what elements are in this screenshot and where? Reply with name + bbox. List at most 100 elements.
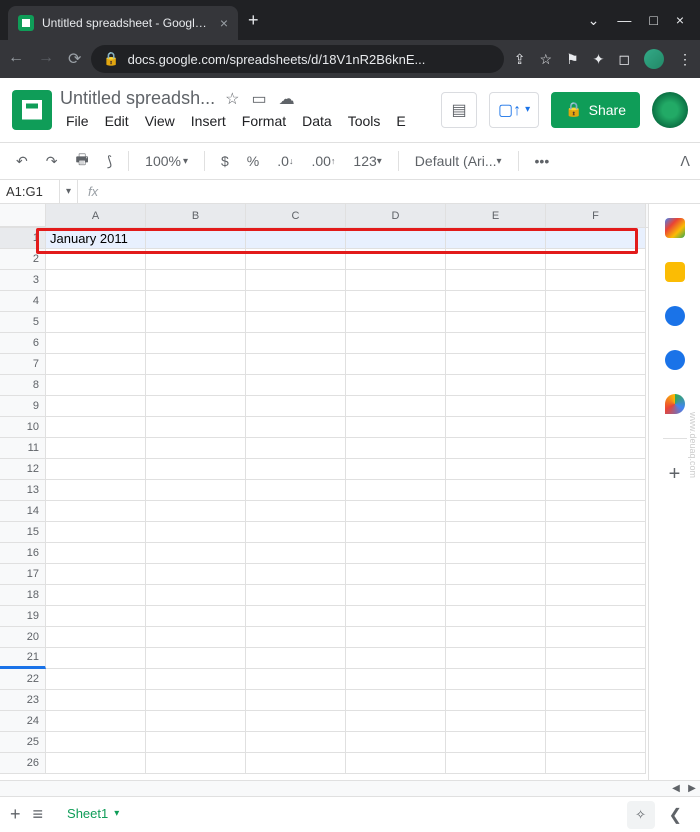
tab-overview-icon[interactable]: ◻ [618,51,630,68]
cell[interactable] [446,333,546,354]
cell[interactable] [346,249,446,270]
cell[interactable] [246,228,346,249]
maps-icon[interactable] [665,394,685,414]
cell[interactable] [246,564,346,585]
cell[interactable] [546,480,646,501]
row-header[interactable]: 10 [0,417,46,438]
side-panel-toggle-icon[interactable]: ❮ [669,805,690,825]
row-header[interactable]: 13 [0,480,46,501]
comments-button[interactable]: ▤ [441,92,477,128]
sheets-logo[interactable] [12,90,52,130]
cell[interactable] [446,249,546,270]
cell[interactable] [46,333,146,354]
cell[interactable] [246,753,346,774]
cell[interactable] [446,606,546,627]
cell[interactable] [146,312,246,333]
cell[interactable] [46,480,146,501]
cell[interactable] [246,669,346,690]
row-header[interactable]: 23 [0,690,46,711]
cell[interactable] [46,669,146,690]
cell[interactable] [546,354,646,375]
cell[interactable] [146,543,246,564]
spreadsheet-grid[interactable]: A B C D E F 1January 2011234567891011121… [0,204,648,780]
cell[interactable] [546,228,646,249]
cell[interactable] [346,480,446,501]
cell[interactable] [446,711,546,732]
menu-file[interactable]: File [60,111,95,131]
cell[interactable] [346,417,446,438]
row-header[interactable]: 7 [0,354,46,375]
cell[interactable] [146,522,246,543]
cell[interactable] [346,333,446,354]
more-tools-button[interactable]: ••• [529,149,556,173]
col-header-b[interactable]: B [146,204,246,227]
maximize-icon[interactable]: □ [649,12,657,29]
name-box[interactable]: A1:G1 [0,180,60,203]
cell[interactable] [446,732,546,753]
cell[interactable] [446,417,546,438]
cell[interactable] [546,270,646,291]
cell[interactable] [446,690,546,711]
cell[interactable]: January 2011 [46,228,146,249]
all-sheets-button[interactable]: ≡ [33,804,44,825]
col-header-a[interactable]: A [46,204,146,227]
cell[interactable] [346,564,446,585]
cell[interactable] [446,270,546,291]
cell[interactable] [146,438,246,459]
cell[interactable] [546,396,646,417]
cell[interactable] [346,375,446,396]
cell[interactable] [146,375,246,396]
cell[interactable] [246,711,346,732]
cell[interactable] [346,669,446,690]
cell[interactable] [46,711,146,732]
cell[interactable] [346,606,446,627]
sheet-tab-1[interactable]: Sheet1 ▾ [55,798,131,831]
cell[interactable] [146,753,246,774]
cell[interactable] [146,711,246,732]
cell[interactable] [446,669,546,690]
cell[interactable] [246,690,346,711]
cell[interactable] [346,543,446,564]
cell[interactable] [346,690,446,711]
cell[interactable] [146,249,246,270]
row-header[interactable]: 12 [0,459,46,480]
cell[interactable] [246,732,346,753]
close-tab-icon[interactable]: × [220,15,228,31]
menu-view[interactable]: View [139,111,181,131]
cell[interactable] [346,732,446,753]
cell[interactable] [46,753,146,774]
cell[interactable] [246,606,346,627]
row-header[interactable]: 14 [0,501,46,522]
cell[interactable] [546,249,646,270]
row-header[interactable]: 21 [0,648,46,669]
cell[interactable] [346,627,446,648]
row-header[interactable]: 8 [0,375,46,396]
menu-tools[interactable]: Tools [342,111,387,131]
cell[interactable] [146,627,246,648]
doc-title[interactable]: Untitled spreadsh... [60,88,215,109]
cell[interactable] [46,690,146,711]
share-button[interactable]: 🔒 Share [551,92,640,128]
cell[interactable] [146,480,246,501]
cell[interactable] [546,375,646,396]
row-header[interactable]: 20 [0,627,46,648]
cell[interactable] [146,669,246,690]
cell[interactable] [446,543,546,564]
cell[interactable] [446,585,546,606]
cell[interactable] [146,459,246,480]
cell[interactable] [246,459,346,480]
cell[interactable] [446,354,546,375]
star-icon[interactable]: ☆ [540,51,553,68]
menu-more[interactable]: E [390,111,411,131]
scroll-left-icon[interactable]: ◀ [668,783,684,794]
share-page-icon[interactable]: ⇪ [514,51,526,68]
calendar-icon[interactable] [665,218,685,238]
cell[interactable] [46,291,146,312]
cell[interactable] [146,501,246,522]
menu-edit[interactable]: Edit [99,111,135,131]
cell[interactable] [246,648,346,669]
cell[interactable] [246,543,346,564]
cell[interactable] [46,249,146,270]
cell[interactable] [146,417,246,438]
col-header-d[interactable]: D [346,204,446,227]
